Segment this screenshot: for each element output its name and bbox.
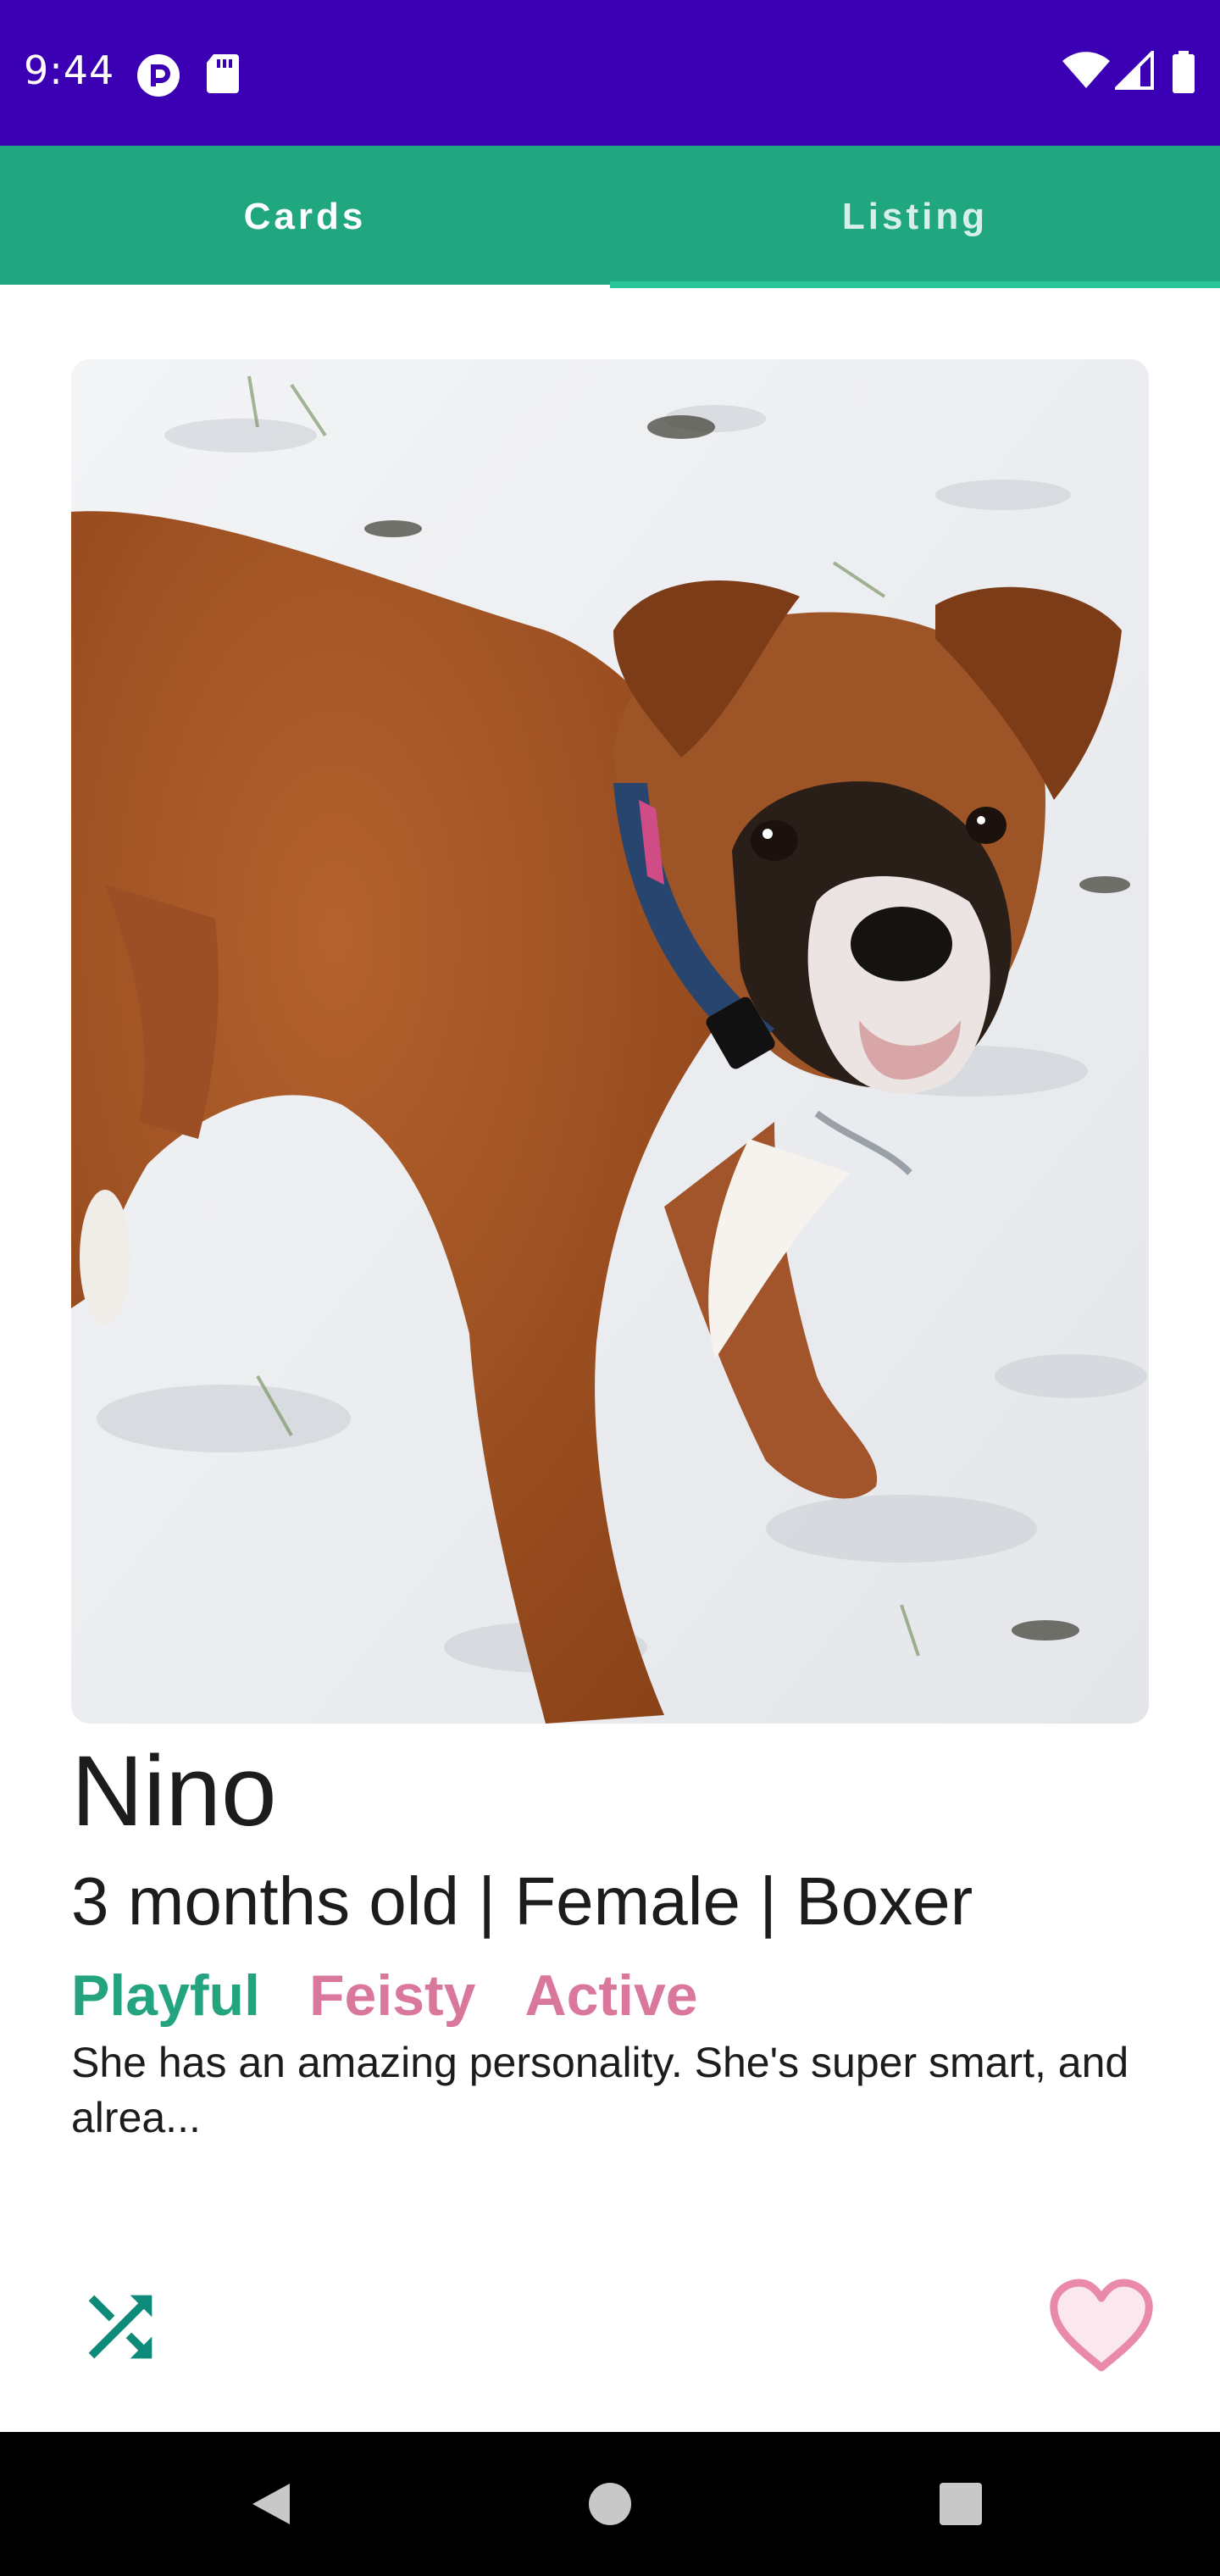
back-icon: [252, 2484, 290, 2524]
wifi-icon: [1061, 51, 1112, 94]
dog-photo: [71, 359, 1149, 1724]
tab-bar: Cards Listing: [0, 146, 1220, 288]
tag-feisty: Feisty: [308, 1963, 476, 2028]
tag-playful: Playful: [71, 1963, 260, 2028]
pocket-casts-icon: [136, 53, 181, 103]
pet-description: She has an amazing personality. She's su…: [71, 2039, 1129, 2141]
heart-icon: [1050, 2279, 1153, 2372]
tag-active: Active: [524, 1963, 698, 2028]
pet-info: 3 months old | Female | Boxer: [71, 1863, 973, 1939]
status-time: 9:44: [24, 47, 115, 93]
status-bar: 9:44: [0, 0, 1220, 146]
tab-listing[interactable]: Listing: [610, 146, 1220, 288]
recents-button[interactable]: [910, 2432, 1012, 2576]
back-button[interactable]: [220, 2432, 322, 2576]
tab-indicator: [610, 281, 1220, 288]
pet-tags: Playful Feisty Active: [71, 1963, 698, 2029]
shuffle-button[interactable]: [73, 2279, 168, 2374]
pet-name: Nino: [71, 1735, 277, 1847]
tab-cards[interactable]: Cards: [0, 146, 610, 288]
home-button[interactable]: [559, 2432, 661, 2576]
sd-card-icon: [205, 53, 241, 99]
shuffle-icon: [88, 2295, 152, 2359]
app-screen: 9:44 Cards Listing Nino 3 months old | F…: [0, 0, 1220, 2576]
recents-icon: [940, 2483, 982, 2525]
like-button[interactable]: [1047, 2276, 1156, 2378]
home-icon: [589, 2483, 631, 2525]
cell-signal-icon: [1112, 48, 1154, 94]
battery-icon: [1171, 51, 1196, 97]
tab-divider: [0, 285, 610, 288]
pet-card[interactable]: [71, 359, 1149, 1724]
navigation-bar: [0, 2432, 1220, 2576]
